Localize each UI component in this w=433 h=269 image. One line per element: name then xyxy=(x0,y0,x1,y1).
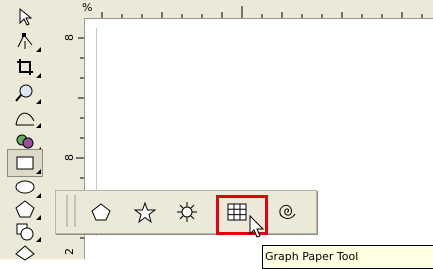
spiral-icon xyxy=(279,204,296,219)
pick-tool[interactable] xyxy=(8,4,42,30)
polygon-icon xyxy=(15,200,35,218)
complex-star-icon xyxy=(177,202,197,222)
flyout-indicator-icon xyxy=(36,73,41,78)
star-icon xyxy=(133,201,157,223)
freehand-tool[interactable] xyxy=(8,104,42,130)
text-tool[interactable] xyxy=(8,240,42,266)
crop-tool[interactable] xyxy=(8,54,42,80)
polygon-tool[interactable] xyxy=(86,197,116,227)
complex-star-tool[interactable] xyxy=(172,197,202,227)
flyout-indicator-icon xyxy=(36,47,41,52)
horizontal-ruler-ticks xyxy=(101,6,423,18)
object-flyout-toolbar xyxy=(55,190,317,234)
pentagon-icon xyxy=(91,203,111,221)
ellipse-icon xyxy=(15,180,35,194)
rectangle-tool[interactable] xyxy=(7,149,43,177)
horizontal-ruler[interactable]: % xyxy=(62,0,433,19)
basic-shapes-icon xyxy=(16,223,34,241)
toolbar-grip[interactable] xyxy=(66,195,76,227)
shape-edit-icon xyxy=(17,33,33,49)
tooltip: Graph Paper Tool xyxy=(262,245,433,269)
magnifier-icon xyxy=(15,84,33,102)
arrow-icon xyxy=(19,7,33,26)
star-tool[interactable] xyxy=(130,197,160,227)
spiral-tool[interactable] xyxy=(272,197,302,227)
text-icon xyxy=(15,245,35,261)
mouse-cursor-icon xyxy=(249,214,265,238)
shape-tool[interactable] xyxy=(8,28,42,54)
crop-icon xyxy=(17,59,33,75)
smart-fill-icon xyxy=(16,134,34,149)
zoom-tool[interactable] xyxy=(8,80,42,106)
curve-icon xyxy=(15,112,35,126)
toolbox xyxy=(0,0,62,261)
rectangle-icon xyxy=(16,156,34,170)
